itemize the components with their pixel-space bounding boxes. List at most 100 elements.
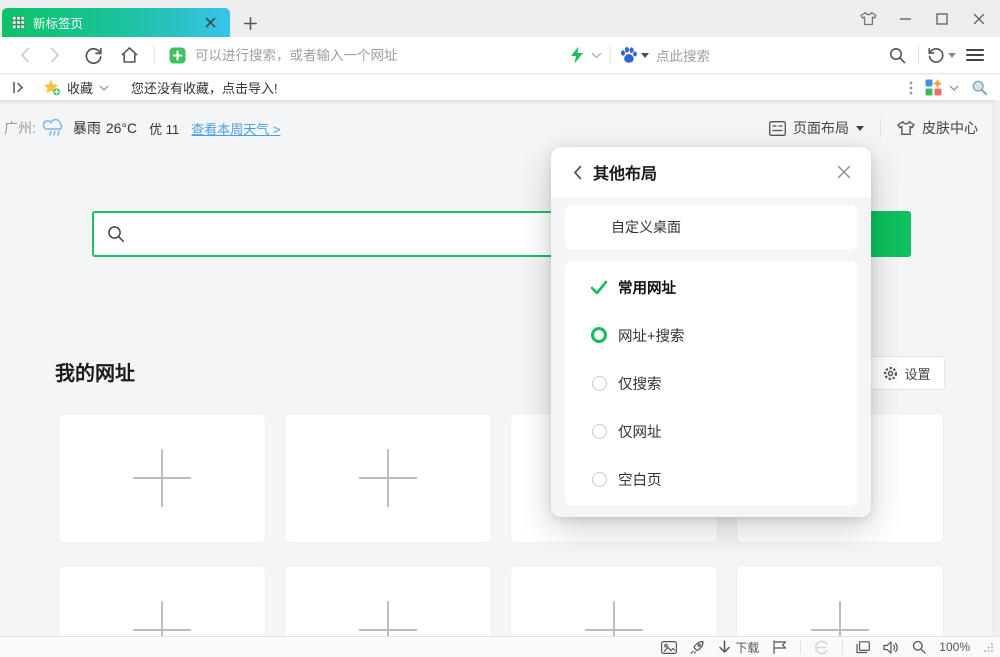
close-window-button[interactable] <box>966 6 992 32</box>
sidebar-expand-icon[interactable] <box>12 81 25 94</box>
flag-medal-icon[interactable] <box>772 640 787 654</box>
custom-desktop-label: 自定义桌面 <box>611 217 681 237</box>
quick-search-label[interactable]: 点此搜索 <box>656 45 884 65</box>
layout-popup: 其他布局 自定义桌面 常用网址 网址+搜索 <box>551 147 871 517</box>
resize-grip[interactable] <box>983 642 994 653</box>
layout-option-common-sites[interactable]: 常用网址 <box>565 263 857 311</box>
screenshot-icon[interactable] <box>661 641 677 654</box>
navigation-toolbar: 点此搜索 <box>0 37 1000 74</box>
tab-close-icon[interactable] <box>200 13 220 33</box>
ie-compat-icon[interactable] <box>814 640 829 655</box>
refresh-button[interactable] <box>80 42 106 68</box>
restore-session-icon[interactable] <box>927 42 956 68</box>
favorites-star-icon[interactable] <box>43 79 61 96</box>
add-site-icon <box>133 449 191 507</box>
weather-city: 广州: <box>4 118 36 138</box>
settings-button[interactable]: 设置 <box>869 356 945 390</box>
custom-desktop-option[interactable]: 自定义桌面 <box>565 205 857 249</box>
more-dots-icon[interactable] <box>909 81 913 95</box>
title-bar: 新标签页 <box>0 0 1000 37</box>
new-tab-page: 广州: 暴雨 26°C 优 11 查看本周天气 > 页面布局 皮 <box>0 100 1000 636</box>
page-layout-button[interactable]: 页面布局 <box>769 118 864 138</box>
add-site-icon <box>811 601 869 636</box>
add-site-icon <box>585 601 643 636</box>
toolbar-separator <box>918 46 919 64</box>
weather-condition: 暴雨 <box>73 118 101 138</box>
popup-header: 其他布局 <box>551 147 871 197</box>
add-site-tile[interactable] <box>58 565 266 636</box>
url-input[interactable] <box>195 48 570 63</box>
address-bar[interactable] <box>169 47 570 64</box>
favorites-label[interactable]: 收藏 <box>67 78 93 97</box>
page-corner-tools: 页面布局 皮肤中心 <box>769 116 978 140</box>
tab-favicon-grid-icon <box>12 16 25 29</box>
minimize-button[interactable] <box>892 6 918 32</box>
toolbar-separator <box>154 46 155 64</box>
layout-option-search-only[interactable]: 仅搜索 <box>565 359 857 407</box>
zoom-level-value: 100% <box>939 640 970 654</box>
status-bar: 下载 100% <box>0 636 1000 657</box>
popup-body: 自定义桌面 常用网址 网址+搜索 仅搜索 <box>551 197 871 517</box>
zoom-level-button[interactable]: 100% <box>939 640 970 654</box>
check-icon <box>589 280 609 295</box>
toolbar-search-icon[interactable] <box>884 42 910 68</box>
tab-new-page[interactable]: 新标签页 <box>2 8 230 37</box>
site-safety-icon[interactable] <box>169 47 186 64</box>
new-tab-button[interactable] <box>238 11 262 35</box>
add-site-icon <box>359 449 417 507</box>
back-button[interactable] <box>12 42 38 68</box>
weather-air-quality: 优 11 <box>149 119 179 138</box>
add-site-tile[interactable] <box>510 565 718 636</box>
restore-caret-icon[interactable] <box>948 53 956 58</box>
favorites-chevron-icon[interactable] <box>99 85 109 91</box>
settings-label: 设置 <box>904 364 930 383</box>
apps-chevron-icon[interactable] <box>949 85 959 91</box>
speed-chevron-down-icon[interactable] <box>591 52 602 59</box>
weather-week-link[interactable]: 查看本周天气 > <box>191 119 280 138</box>
add-site-icon <box>359 601 417 636</box>
layout-option-sites-search[interactable]: 网址+搜索 <box>565 311 857 359</box>
apps-grid-icon[interactable] <box>925 79 942 96</box>
statusbar-separator <box>842 641 843 654</box>
home-button[interactable] <box>116 42 142 68</box>
maximize-button[interactable] <box>929 6 955 32</box>
search-engine-caret-icon[interactable] <box>641 53 649 58</box>
boost-rocket-icon[interactable] <box>690 640 705 654</box>
weather-temperature: 26°C <box>106 120 137 136</box>
add-site-tile[interactable] <box>736 565 944 636</box>
add-site-tile[interactable] <box>58 413 266 543</box>
layout-option-sites-only[interactable]: 仅网址 <box>565 407 857 455</box>
add-site-tile[interactable] <box>284 413 492 543</box>
search-magnifier-icon <box>107 225 125 243</box>
toolbar-separator <box>610 46 611 64</box>
popup-back-icon[interactable] <box>573 165 582 180</box>
skin-center-button[interactable]: 皮肤中心 <box>897 118 978 138</box>
multi-window-icon[interactable] <box>856 641 870 654</box>
forward-button[interactable] <box>42 42 68 68</box>
add-site-icon <box>133 601 191 636</box>
popup-title: 其他布局 <box>593 160 833 184</box>
skin-shirt-icon[interactable] <box>855 6 881 32</box>
page-search-magnifier-icon[interactable] <box>971 79 988 96</box>
window-controls <box>855 0 992 37</box>
page-layout-caret-icon <box>856 126 864 131</box>
popup-close-icon[interactable] <box>833 161 855 183</box>
speaker-icon[interactable] <box>883 641 899 654</box>
speed-lightning-icon[interactable] <box>570 46 584 64</box>
statusbar-separator <box>800 641 801 654</box>
menu-hamburger-icon[interactable] <box>962 42 988 68</box>
scrollbar-track[interactable] <box>993 100 1000 636</box>
zoom-search-icon[interactable] <box>912 640 926 654</box>
add-site-tile[interactable] <box>284 565 492 636</box>
bookmarks-empty-hint[interactable]: 您还没有收藏，点击导入! <box>131 78 278 97</box>
layout-options-list: 常用网址 网址+搜索 仅搜索 仅网址 空白页 <box>565 261 857 505</box>
layout-option-blank-page[interactable]: 空白页 <box>565 455 857 503</box>
page-layout-label: 页面布局 <box>793 118 849 138</box>
my-sites-title: 我的网址 <box>55 357 135 386</box>
baidu-search-engine-icon[interactable] <box>619 46 638 64</box>
radio-icon <box>592 472 607 487</box>
download-button[interactable]: 下载 <box>718 639 759 656</box>
skin-center-label: 皮肤中心 <box>922 118 978 138</box>
corner-separator <box>880 119 881 137</box>
download-label: 下载 <box>735 639 759 656</box>
